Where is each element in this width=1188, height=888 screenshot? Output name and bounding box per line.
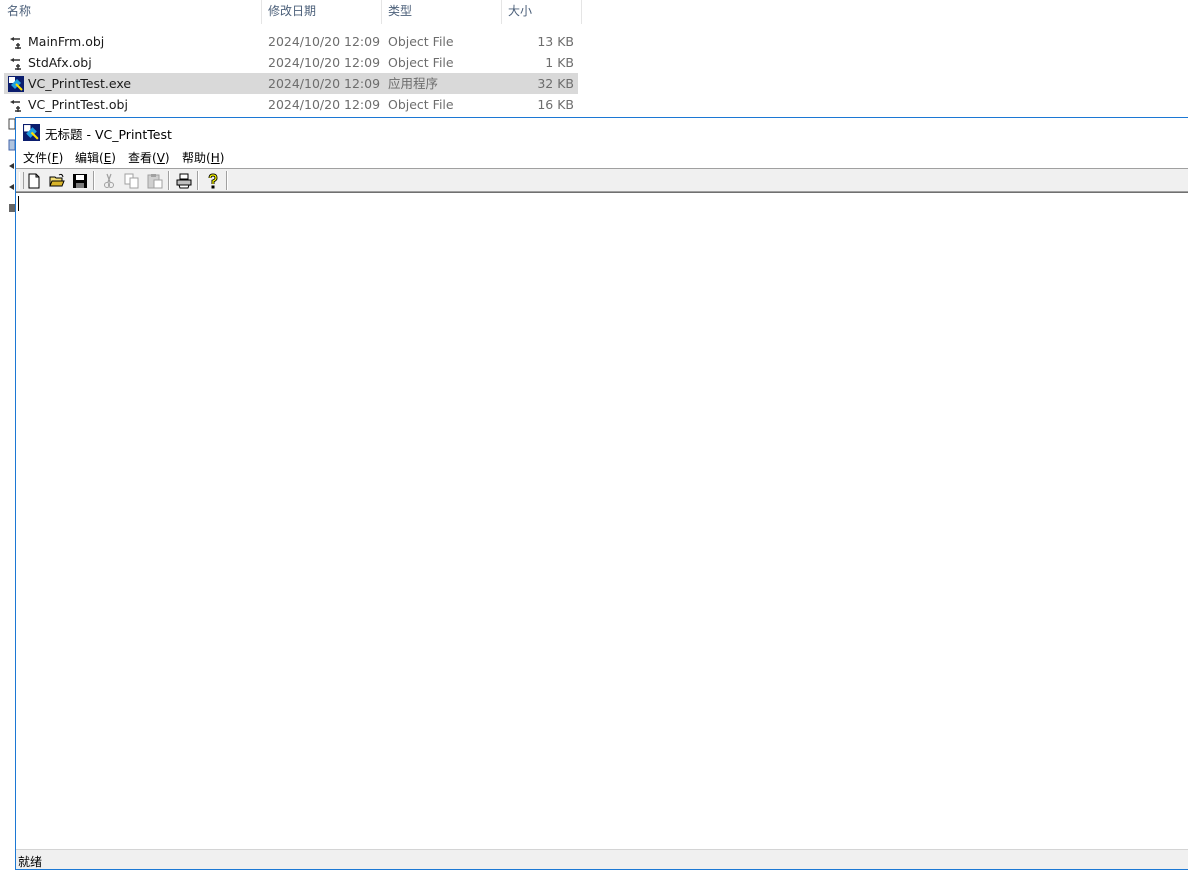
menu-bar: 文件(F) 编辑(E) 查看(V) 帮助(H)	[16, 147, 1188, 168]
file-date: 2024/10/20 12:09	[268, 34, 381, 49]
text-caret	[18, 196, 19, 211]
file-type: Object File	[388, 97, 454, 112]
file-name: VC_PrintTest.obj	[28, 97, 128, 112]
file-type: 应用程序	[388, 76, 439, 91]
print-button[interactable]	[175, 172, 193, 190]
menu-view[interactable]: 查看(V)	[128, 150, 170, 166]
file-size: 32 KB	[537, 76, 574, 91]
print-icon	[176, 173, 192, 189]
help-button[interactable]	[204, 172, 222, 190]
cut-icon	[104, 173, 114, 188]
object-file-icon	[10, 100, 21, 112]
file-name: MainFrm.obj	[28, 34, 105, 49]
toolbar	[16, 168, 1188, 192]
column-divider[interactable]	[581, 0, 582, 24]
object-file-icon	[10, 58, 21, 70]
menu-help[interactable]: 帮助(H)	[182, 150, 224, 166]
sort-caret-icon: ˄	[126, 0, 131, 4]
status-text: 就绪	[18, 855, 43, 869]
app-window[interactable]: 无标题 - VC_PrintTest 文件(F) 编辑(E) 查看(V) 帮助(…	[15, 117, 1188, 870]
mfc-app-icon	[23, 124, 40, 141]
file-row[interactable]: VC_PrintTest.obj 2024/10/20 12:09 Object…	[4, 94, 578, 115]
file-size: 1 KB	[545, 55, 574, 70]
file-type: Object File	[388, 34, 454, 49]
file-name: VC_PrintTest.exe	[28, 76, 132, 91]
copy-button[interactable]	[123, 172, 141, 190]
column-header-type[interactable]: 类型	[381, 0, 501, 24]
file-explorer: 名称 ˄ 修改日期 类型 大小 MainFrm.obj 2024/10/20 1…	[0, 0, 600, 120]
cut-button[interactable]	[100, 172, 118, 190]
file-date: 2024/10/20 12:09	[268, 97, 381, 112]
column-header-date[interactable]: 修改日期	[261, 0, 381, 24]
menu-edit[interactable]: 编辑(E)	[75, 150, 116, 166]
file-size: 13 KB	[537, 34, 574, 49]
open-icon	[49, 173, 65, 187]
open-button[interactable]	[48, 172, 66, 190]
file-row[interactable]: MainFrm.obj 2024/10/20 12:09 Object File…	[4, 31, 578, 52]
copy-icon	[124, 173, 139, 189]
window-title: 无标题 - VC_PrintTest	[45, 127, 172, 142]
new-icon	[28, 173, 40, 189]
toolbar-grip[interactable]	[19, 172, 24, 189]
file-name: StdAfx.obj	[28, 55, 92, 70]
toolbar-separator	[226, 171, 228, 190]
toolbar-separator	[168, 171, 170, 190]
file-row[interactable]: StdAfx.obj 2024/10/20 12:09 Object File …	[4, 52, 578, 73]
file-date: 2024/10/20 12:09	[268, 76, 381, 91]
save-icon	[73, 174, 87, 188]
column-header-size[interactable]: 大小	[501, 0, 581, 24]
file-row-selected[interactable]: VC_PrintTest.exe 2024/10/20 12:09 应用程序 3…	[4, 73, 578, 94]
status-bar: 就绪	[16, 849, 1188, 869]
title-bar[interactable]: 无标题 - VC_PrintTest	[16, 118, 1188, 146]
paste-button[interactable]	[146, 172, 164, 190]
mfc-app-icon	[8, 76, 24, 92]
file-date: 2024/10/20 12:09	[268, 55, 381, 70]
menu-file[interactable]: 文件(F)	[23, 150, 63, 166]
file-type: Object File	[388, 55, 454, 70]
paste-icon	[147, 174, 163, 189]
document-edit-area[interactable]	[16, 192, 1188, 849]
toolbar-separator	[93, 171, 95, 190]
object-file-icon	[10, 37, 21, 49]
save-button[interactable]	[71, 172, 89, 190]
new-button[interactable]	[25, 172, 43, 190]
file-size: 16 KB	[537, 97, 574, 112]
help-icon	[208, 173, 218, 189]
column-header-name[interactable]: 名称	[0, 0, 261, 24]
toolbar-separator	[197, 171, 199, 190]
